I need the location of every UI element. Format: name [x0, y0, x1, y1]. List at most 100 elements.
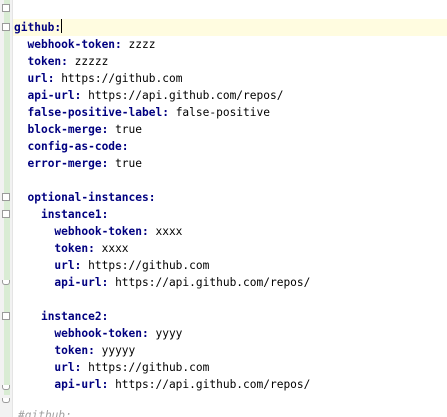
yaml-key: url	[54, 259, 75, 272]
yaml-key: block-merge	[27, 123, 102, 136]
yaml-separator: :	[101, 208, 109, 221]
yaml-key: token	[54, 344, 89, 357]
yaml-separator: :	[74, 89, 89, 102]
yaml-value: true	[115, 123, 143, 136]
yaml-separator: :	[61, 55, 75, 68]
ghost-line: #github:	[18, 409, 72, 417]
yaml-value: false-positive	[175, 106, 270, 119]
yaml-key: webhook-token	[27, 38, 116, 51]
code-line[interactable]: webhook-token: yyyy	[14, 325, 447, 342]
code-line[interactable]: api-url: https://api.github.com/repos/	[14, 376, 447, 393]
yaml-key: webhook-token	[54, 327, 142, 340]
yaml-separator: :	[148, 191, 156, 204]
code-area[interactable]: github: webhook-token: zzzz token: zzzzz…	[14, 19, 447, 393]
yaml-key: optional-instances	[27, 191, 149, 204]
yaml-key: false-positive-label	[27, 106, 163, 119]
yaml-separator: :	[74, 259, 89, 272]
code-line[interactable]: block-merge: true	[14, 121, 447, 138]
yaml-separator: :	[121, 140, 129, 153]
code-line[interactable]: url: https://github.com	[14, 70, 447, 87]
yaml-key: config-as-code	[27, 140, 122, 153]
text-caret	[61, 19, 63, 33]
yaml-key: url	[54, 361, 75, 374]
yaml-value: https://api.github.com/repos/	[88, 89, 284, 102]
yaml-key: instance1	[40, 208, 102, 221]
yaml-separator: :	[101, 157, 116, 170]
code-line[interactable]: instance2:	[14, 308, 447, 325]
code-line[interactable]	[14, 172, 447, 189]
code-line[interactable]: optional-instances:	[14, 189, 447, 206]
yaml-value: true	[115, 157, 143, 170]
yaml-key: token	[27, 55, 62, 68]
yaml-separator: :	[88, 242, 102, 255]
fold-toggle-icon[interactable]	[2, 4, 10, 12]
yaml-separator: :	[162, 106, 176, 119]
yaml-value: yyyy	[155, 327, 183, 340]
code-line[interactable]: api-url: https://api.github.com/repos/	[14, 87, 447, 104]
code-line[interactable]: false-positive-label: false-positive	[14, 104, 447, 121]
fold-toggle-icon[interactable]	[2, 23, 10, 31]
fold-toggle-icon[interactable]	[2, 312, 10, 320]
yaml-key: token	[54, 242, 89, 255]
yaml-key: api-url	[54, 276, 102, 289]
code-editor[interactable]: github: webhook-token: zzzz token: zzzzz…	[0, 0, 447, 417]
yaml-value: xxxx	[101, 242, 129, 255]
yaml-separator: :	[141, 225, 156, 238]
yaml-key: error-merge	[27, 157, 102, 170]
fold-end-icon[interactable]	[2, 280, 10, 285]
code-line[interactable]: url: https://github.com	[14, 257, 447, 274]
yaml-value: https://github.com	[88, 259, 210, 272]
code-line[interactable]: webhook-token: zzzz	[14, 36, 447, 53]
yaml-separator: :	[88, 344, 102, 357]
fold-toggle-icon[interactable]	[2, 193, 10, 201]
code-line[interactable]: token: xxxx	[14, 240, 447, 257]
yaml-separator: :	[115, 38, 129, 51]
yaml-key: instance2	[40, 310, 102, 323]
yaml-separator: :	[74, 361, 89, 374]
yaml-separator: :	[47, 72, 62, 85]
yaml-separator: :	[101, 378, 116, 391]
fold-end-icon[interactable]	[2, 385, 10, 390]
code-line[interactable]: instance1:	[14, 206, 447, 223]
yaml-value: https://api.github.com/repos/	[115, 276, 311, 289]
code-line[interactable]: webhook-token: xxxx	[14, 223, 447, 240]
code-line[interactable]: url: https://github.com	[14, 359, 447, 376]
code-line[interactable]: github:	[14, 19, 447, 36]
code-line[interactable]: api-url: https://api.github.com/repos/	[14, 274, 447, 291]
yaml-value: xxxx	[155, 225, 183, 238]
yaml-separator: :	[141, 327, 156, 340]
code-line[interactable]: error-merge: true	[14, 155, 447, 172]
code-line[interactable]	[14, 291, 447, 308]
editor-gutter	[0, 0, 13, 417]
yaml-key: api-url	[27, 89, 75, 102]
code-line[interactable]: token: zzzzz	[14, 53, 447, 70]
yaml-separator: :	[101, 123, 116, 136]
yaml-value: https://api.github.com/repos/	[115, 378, 311, 391]
yaml-value: zzzz	[128, 38, 156, 51]
yaml-key: webhook-token	[54, 225, 142, 238]
yaml-value: https://github.com	[61, 72, 183, 85]
code-line[interactable]: token: yyyyy	[14, 342, 447, 359]
fold-toggle-icon[interactable]	[2, 210, 10, 218]
yaml-value: yyyyy	[101, 344, 136, 357]
code-line[interactable]: config-as-code:	[14, 138, 447, 155]
fold-end-icon[interactable]	[2, 398, 10, 403]
